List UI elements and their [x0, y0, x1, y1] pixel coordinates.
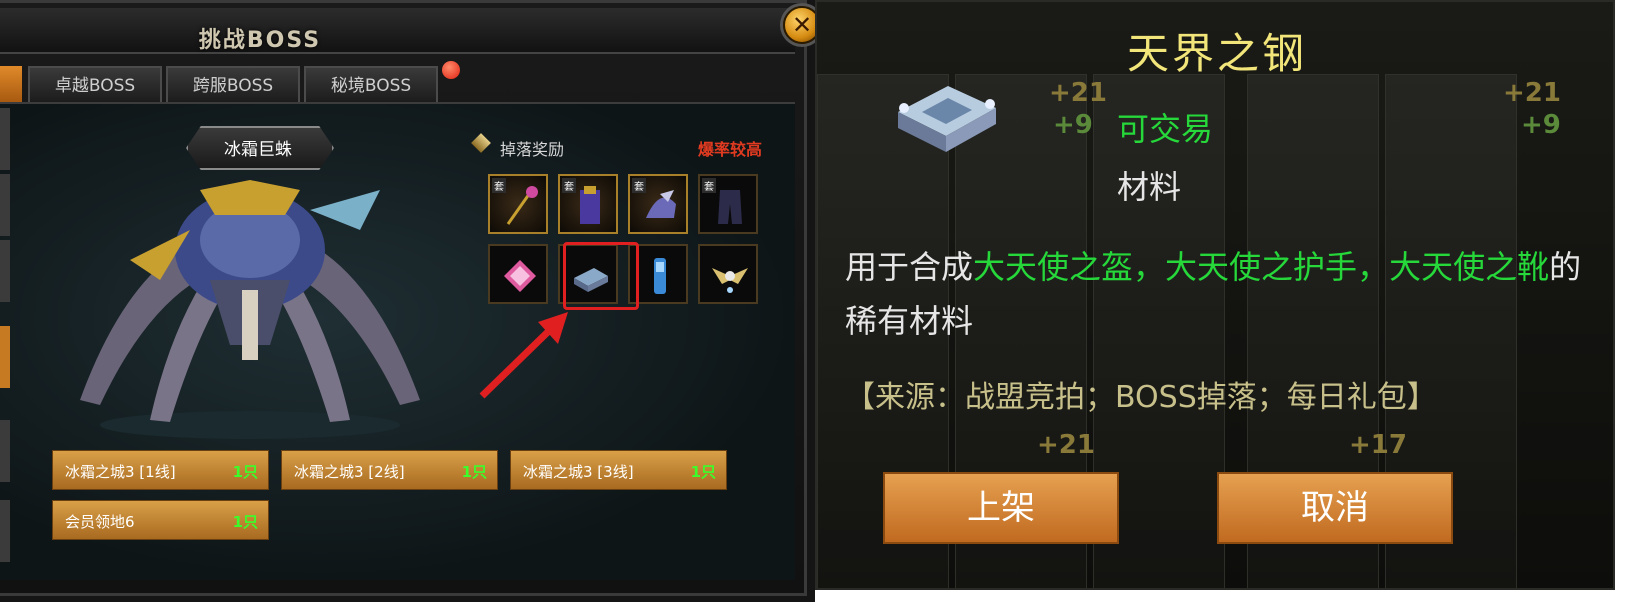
tradeable-label: 可交易 [1117, 110, 1214, 148]
button-label: 上架 [967, 488, 1035, 528]
location-count: 1只 [232, 463, 258, 481]
bg-plus-value: +21 [1503, 78, 1561, 108]
red-arrow-annotation [479, 312, 568, 399]
bg-plus-value: +9 [1521, 110, 1561, 140]
side-list-item[interactable] [0, 174, 10, 236]
location-name: 冰霜之城3 [1线] [65, 463, 176, 481]
desc-item-helmet: 大天使之盔 [973, 248, 1134, 286]
location-name: 会员领地6 [65, 513, 135, 531]
staff-icon [506, 186, 538, 225]
title-bar: 挑战BOSS [0, 8, 795, 54]
panel-title: 挑战BOSS [198, 28, 322, 53]
side-list-item[interactable] [0, 420, 10, 482]
winged-emblem-icon [712, 268, 748, 293]
armor-icon [580, 186, 600, 224]
tab-zhuoyue-boss[interactable]: 卓越BOSS [28, 66, 162, 102]
location-button[interactable]: 会员领地6 1只 [52, 500, 269, 540]
button-label: 取消 [1301, 488, 1369, 528]
boss-spider-illustration [80, 180, 420, 439]
item-description: 用于合成大天使之盔，大天使之护手，大天使之靴的稀有材料 [845, 240, 1605, 348]
tab-active-partial[interactable] [0, 66, 22, 102]
bg-plus-value: +21 [1049, 78, 1107, 108]
desc-item-boots: 大天使之靴 [1389, 248, 1550, 286]
boss-challenge-panel: 挑战BOSS ✕ 卓越BOSS 跨服BOSS 秘境BOSS 冰霜巨蛛 掉落奖励 … [0, 0, 815, 602]
location-count: 1只 [690, 463, 716, 481]
tab-label: 秘境BOSS [330, 76, 412, 96]
location-name: 冰霜之城3 [3线] [523, 463, 634, 481]
close-button[interactable]: ✕ [783, 6, 815, 44]
close-icon: ✕ [791, 11, 813, 39]
bg-plus-value: +21 [1037, 430, 1095, 460]
drop-slot-staff[interactable]: 套 [488, 174, 548, 234]
pants-icon [718, 190, 742, 224]
steel-ingot-icon [898, 86, 996, 152]
tab-label: 跨服BOSS [192, 76, 274, 96]
item-tooltip-view: +21 +9 +21 +9 +21 +17 天界之钢 可交易 材料 用于合成大天… [815, 0, 1629, 602]
tab-kuafu-boss[interactable]: 跨服BOSS [166, 66, 300, 102]
side-list-item-selected[interactable] [0, 326, 10, 388]
highlight-box [563, 242, 639, 310]
location-button[interactable]: 冰霜之城3 [1线] 1只 [52, 450, 269, 490]
item-source: 【来源：战盟竞拍；BOSS掉落；每日礼包】 [845, 380, 1437, 415]
location-name: 冰霜之城3 [2线] [294, 463, 405, 481]
location-button[interactable]: 冰霜之城3 [2线] 1只 [281, 450, 498, 490]
drop-slot-pants[interactable]: 套 [698, 174, 758, 234]
pink-gem-icon [504, 260, 536, 292]
tab-label: 卓越BOSS [54, 76, 136, 96]
bg-plus-value: +9 [1053, 110, 1093, 140]
drop-slot-armor[interactable]: 套 [558, 174, 618, 234]
drop-slot-emblem[interactable] [698, 244, 758, 304]
side-list-item[interactable] [0, 500, 10, 562]
location-count: 1只 [461, 463, 487, 481]
notification-dot [442, 61, 460, 79]
side-list-item[interactable] [0, 108, 10, 170]
item-type-label: 材料 [1117, 168, 1182, 206]
location-button[interactable]: 冰霜之城3 [3线] 1只 [510, 450, 727, 490]
desc-separator: ， [1133, 248, 1166, 286]
drop-reward-label: 掉落奖励 [500, 140, 565, 159]
boss-name: 冰霜巨蛛 [224, 140, 292, 160]
side-list-item[interactable] [0, 240, 10, 302]
location-count: 1只 [232, 513, 258, 531]
tab-mijing-boss[interactable]: 秘境BOSS [304, 66, 438, 102]
helmet-icon [646, 190, 676, 218]
cancel-button[interactable]: 取消 [1217, 472, 1453, 544]
desc-prefix: 用于合成 [845, 248, 974, 286]
blue-scroll-icon [654, 258, 666, 294]
drop-slot-gem[interactable] [488, 244, 548, 304]
drop-rate-label: 爆率较高 [698, 140, 763, 159]
item-tooltip: +21 +9 +21 +9 +21 +17 天界之钢 可交易 材料 用于合成大天… [815, 0, 1615, 590]
desc-item-gauntlets: 大天使之护手 [1165, 248, 1358, 286]
desc-separator: ， [1357, 248, 1390, 286]
drop-slot-helmet[interactable]: 套 [628, 174, 688, 234]
bg-plus-value: +17 [1349, 430, 1407, 460]
list-for-sale-button[interactable]: 上架 [883, 472, 1119, 544]
